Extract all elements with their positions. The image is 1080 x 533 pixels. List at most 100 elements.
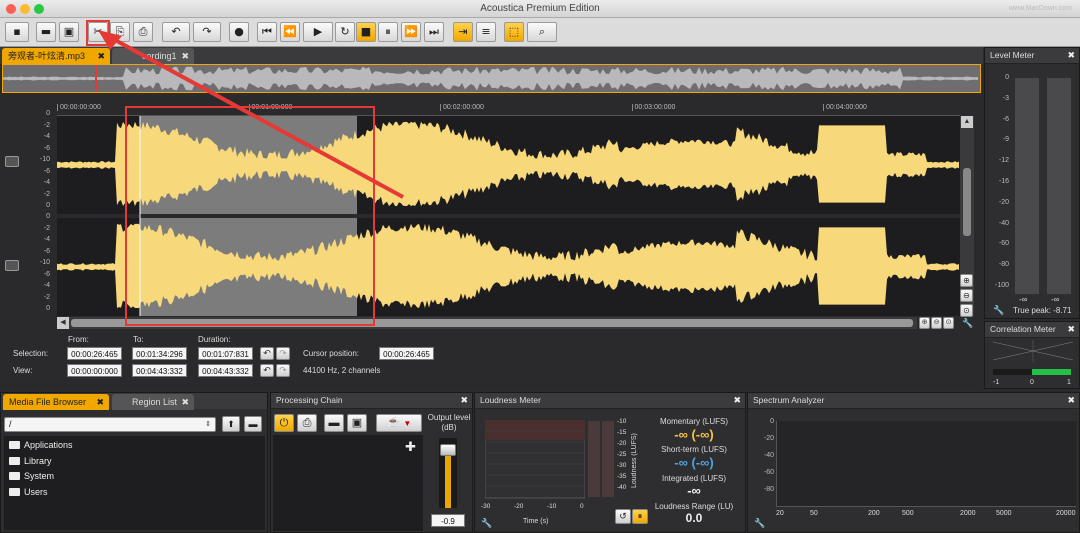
output-level-knob[interactable] [440, 444, 456, 456]
follow-button[interactable]: ⇥ [453, 22, 473, 42]
view-undo-icon[interactable]: ↶ [260, 364, 274, 377]
folder-item[interactable]: System [9, 471, 54, 481]
tab-region-list[interactable]: Region List ✖ [112, 394, 194, 410]
audio-format-text: 44100 Hz, 2 channels [303, 366, 381, 375]
open-file-button[interactable]: ▬ [36, 22, 56, 42]
close-panel-icon[interactable]: ✖ [460, 393, 468, 408]
selection-redo-icon[interactable]: ↷ [276, 347, 290, 360]
level-bar-right [1047, 78, 1071, 294]
selection-from-field[interactable]: 00:00:26:465 [67, 347, 122, 360]
channel-right-toggle[interactable] [5, 260, 19, 271]
spectrum-analyzer-header: Spectrum Analyzer ✖ [748, 393, 1079, 409]
browse-folder-icon[interactable]: ▬ [244, 416, 262, 432]
selection-duration-field[interactable]: 00:01:07:831 [198, 347, 253, 360]
view-to-field[interactable]: 00:04:43:332 [132, 364, 187, 377]
loudness-bar-2 [602, 421, 614, 497]
loudness-settings-wrench-icon[interactable]: 🔧 [481, 518, 492, 529]
zoom-window-icon[interactable] [34, 4, 44, 14]
select-tool-button[interactable]: ⬚ [504, 22, 524, 42]
go-end-button[interactable]: ⏭ [424, 22, 444, 42]
add-effect-icon[interactable]: ✚ [405, 439, 416, 455]
spectrum-x-tick: 500 [902, 510, 914, 517]
level-right-value: -∞ [1051, 295, 1060, 304]
scroll-left-icon[interactable]: ◀ [57, 317, 69, 329]
spectrum-x-tick: 2000 [960, 510, 976, 517]
view-from-field[interactable]: 00:00:00:000 [67, 364, 122, 377]
scroll-up-icon[interactable]: ▲ [961, 116, 973, 128]
momentary-value: -∞ (-∞) [674, 427, 714, 442]
output-level-value[interactable]: -0.9 [431, 514, 465, 527]
folder-label: System [24, 471, 55, 481]
duration-label: Duration: [198, 335, 231, 344]
close-window-icon[interactable] [6, 4, 16, 14]
close-tab-icon[interactable]: ✖ [181, 394, 189, 410]
spectrum-x-tick: 20000 [1056, 510, 1076, 517]
output-level-fill [445, 450, 451, 508]
new-file-button[interactable]: ▪ [5, 22, 29, 42]
level-tick: -40 [998, 219, 1009, 227]
window-title: Acoustica Premium Edition [480, 3, 600, 14]
loudness-range-value: 0.0 [685, 511, 703, 525]
view-redo-icon[interactable]: ↷ [276, 364, 290, 377]
tab-media-file-browser[interactable]: Media File Browser ✖ [3, 394, 109, 410]
save-file-button[interactable]: ▣ [59, 22, 79, 42]
go-up-icon[interactable]: ⬆ [222, 416, 240, 432]
zoom-fit-vertical-icon[interactable]: ⊙ [960, 304, 973, 317]
spectrum-view-icon: ≡ [481, 25, 491, 38]
close-panel-icon[interactable]: ✖ [1067, 393, 1075, 408]
spectrum-settings-wrench-icon[interactable]: 🔧 [754, 518, 765, 529]
close-panel-icon[interactable]: ✖ [1067, 322, 1075, 337]
folder-item[interactable]: Applications [9, 440, 73, 450]
level-settings-wrench-icon[interactable]: 🔧 [993, 305, 1004, 316]
add-effect-dropdown[interactable]: ☕ ▼ [376, 414, 422, 432]
db-tick: -6 [43, 144, 50, 152]
path-select[interactable]: / ⇕ [4, 417, 216, 432]
close-panel-icon[interactable]: ✖ [1067, 48, 1075, 63]
zoom-tool-button[interactable]: ⌕ [527, 22, 557, 42]
power-icon[interactable]: ⏻ [274, 414, 294, 432]
level-tick: -100 [994, 282, 1009, 289]
view-duration-field[interactable]: 00:04:43:332 [198, 364, 253, 377]
output-level-slider[interactable] [439, 438, 457, 508]
folder-item[interactable]: Users [9, 487, 48, 497]
media-browser-tabs: Media File Browser ✖ Region List ✖ [1, 393, 267, 410]
new-file-icon: ▪ [13, 25, 21, 38]
db-tick: -4 [43, 133, 50, 140]
folder-item[interactable]: Library [9, 456, 52, 466]
reset-loudness-icon[interactable]: ↺ [615, 509, 631, 524]
vertical-scroll-thumb[interactable] [963, 168, 971, 236]
zoom-out-vertical-icon[interactable]: ⊖ [960, 289, 973, 302]
minimize-window-icon[interactable] [20, 4, 30, 14]
db-tick: -2 [43, 121, 50, 129]
cursor-position-field[interactable]: 00:00:26:465 [379, 347, 434, 360]
close-tab-icon[interactable]: ✖ [96, 394, 104, 410]
level-meter-scale: 0 -3 -6 -9 -12 -16 -20 -40 -60 -80 -100 [987, 74, 1013, 294]
selection-undo-icon[interactable]: ↶ [260, 347, 274, 360]
loudness-x-tick: -30 [481, 503, 491, 510]
true-peak-text: True peak: -8.71 [1013, 306, 1072, 315]
zoom-in-horizontal-icon[interactable]: ⊕ [919, 317, 930, 329]
selection-to-field[interactable]: 00:01:34:296 [132, 347, 187, 360]
pause-loudness-icon[interactable]: ⏸ [632, 509, 648, 524]
close-panel-icon[interactable]: ✖ [733, 393, 741, 408]
spectrum-x-tick: 50 [810, 510, 818, 517]
clipboard-icon[interactable]: ⎙ [297, 414, 317, 432]
processing-chain-panel: Processing Chain ✖ ⏻ ⎙ ▬ ▣ ☕ ▼ ✚ Output l… [270, 392, 473, 533]
db-scale-left: 0 -2 -4 -6 -10 -6 -4 -2 0 [22, 110, 56, 210]
spectrum-view-button[interactable]: ≡ [476, 22, 496, 42]
open-chain-icon[interactable]: ▬ [324, 414, 344, 432]
level-meter-header: Level Meter ✖ [985, 48, 1079, 64]
db-tick: -6 [43, 247, 50, 255]
wrench-icon[interactable]: 🔧 [962, 318, 974, 329]
zoom-in-vertical-icon[interactable]: ⊕ [960, 274, 973, 287]
tab-label: Region List [132, 397, 178, 407]
zoom-out-horizontal-icon[interactable]: ⊖ [931, 317, 942, 329]
save-chain-icon[interactable]: ▣ [347, 414, 367, 432]
panel-title: Loudness Meter [480, 395, 541, 405]
zoom-fit-horizontal-icon[interactable]: ⊙ [943, 317, 954, 329]
loudness-y-tick: -15 [617, 429, 627, 436]
loudness-y-tick: -10 [617, 418, 627, 425]
loudness-bar-1 [588, 421, 600, 497]
channel-left-toggle[interactable] [5, 156, 19, 167]
folder-label: Users [24, 486, 48, 497]
